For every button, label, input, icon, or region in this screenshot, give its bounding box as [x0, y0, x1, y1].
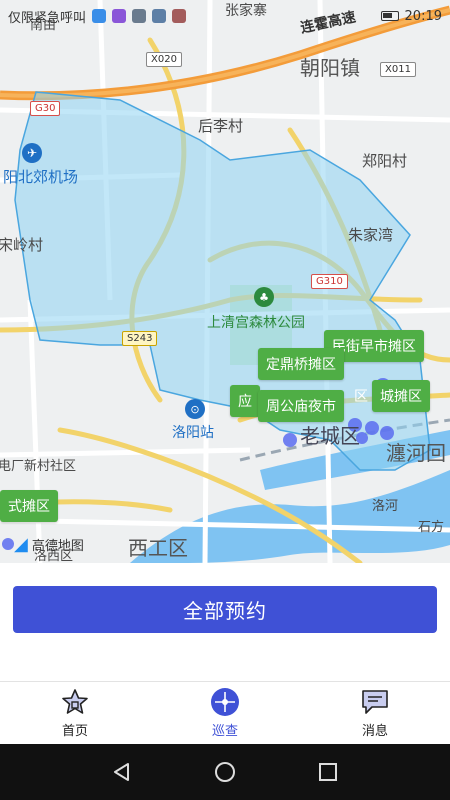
patrol-compass-icon [210, 687, 240, 717]
stall-tag-shi[interactable]: 式摊区 [0, 490, 58, 522]
tab-patrol[interactable]: 巡查 [150, 682, 300, 744]
label-chaoyang-town: 朝阳镇 [300, 56, 360, 80]
label-luoyang-station: 洛阳站 [172, 425, 214, 441]
label-airport: 阳北郊机场 [3, 168, 79, 186]
stall-tag-chengtan[interactable]: 城摊区 [372, 380, 430, 412]
reserve-all-button[interactable]: 全部预约 [13, 586, 437, 633]
stall-tag-qu[interactable]: 区 [352, 380, 370, 412]
label-zhujia-wan: 朱家湾 [348, 226, 394, 244]
home-star-icon [60, 687, 90, 717]
status-time: 20:19 [404, 8, 442, 24]
system-nav-bar [0, 744, 450, 800]
label-housi-village: 后李村 [198, 117, 244, 135]
nav-recents-button[interactable] [308, 752, 348, 792]
stall-tag-zhougong[interactable]: 周公庙夜市 [258, 390, 344, 422]
map-canvas [0, 0, 450, 563]
battery-icon [380, 11, 399, 21]
tab-patrol-label: 巡查 [211, 724, 238, 739]
shield-g30: G30 [30, 101, 61, 116]
shield-g310: G310 [311, 274, 348, 289]
amap-logo: ◢ 高德地图 [14, 534, 84, 555]
amap-arrow-icon: ◢ [14, 534, 28, 555]
label-shifang: 石方 [418, 520, 445, 535]
shield-s243: S243 [122, 331, 158, 346]
photo-notification-icon [132, 9, 147, 23]
label-zhengyang-village: 郑阳村 [362, 152, 408, 170]
tab-messages[interactable]: 消息 [300, 682, 450, 744]
gallery-notification-icon [112, 9, 127, 23]
tab-home[interactable]: 首页 [0, 682, 150, 744]
airport-icon: ✈ [22, 143, 42, 163]
nav-home-button[interactable] [205, 752, 245, 792]
tab-home-label: 首页 [61, 724, 88, 739]
stall-tag-ying[interactable]: 应 [230, 385, 260, 417]
photo-notification-icon-3 [172, 9, 187, 23]
app-root: 张家寨 南由 朝阳镇 后李村 郑阳村 朱家湾 宋岭村 阳北郊机场 上清宫森林公园… [0, 0, 450, 800]
stall-tag-dingding[interactable]: 定鼎桥摊区 [258, 348, 344, 380]
map-view[interactable]: 张家寨 南由 朝阳镇 后李村 郑阳村 朱家湾 宋岭村 阳北郊机场 上清宫森林公园… [0, 0, 450, 563]
label-shangqing-park: 上清宫森林公园 [207, 315, 305, 331]
app-notification-icon [92, 9, 107, 23]
home-circle-icon [214, 762, 235, 782]
nav-back-button[interactable] [102, 752, 142, 792]
tab-bar: 首页 巡查 消息 [0, 681, 450, 744]
amap-logo-text: 高德地图 [31, 539, 84, 554]
shield-x020: X020 [146, 52, 182, 67]
photo-notification-icon-2 [152, 9, 167, 23]
label-laocheng: 老城区 [300, 424, 360, 448]
action-panel: 全部预约 [0, 563, 450, 681]
recents-square-icon [319, 763, 338, 781]
shield-x011: X011 [380, 62, 416, 77]
label-song-village: 宋岭村 [0, 236, 44, 254]
tab-messages-label: 消息 [361, 724, 388, 739]
label-chanhe: 瀍河回 [386, 441, 446, 465]
label-luohe: 洛河 [372, 499, 399, 514]
emergency-call-text: 仅限紧急呼叫 [8, 10, 87, 26]
message-icon [360, 687, 390, 717]
train-station-icon: ⊙ [185, 399, 205, 419]
back-triangle-icon [113, 763, 129, 781]
label-dianchang: 电厂新村社区 [0, 459, 77, 474]
park-icon: ♣ [254, 287, 274, 307]
label-xigong: 西工区 [128, 536, 188, 560]
status-bar: 仅限紧急呼叫 20:19 [0, 0, 450, 32]
